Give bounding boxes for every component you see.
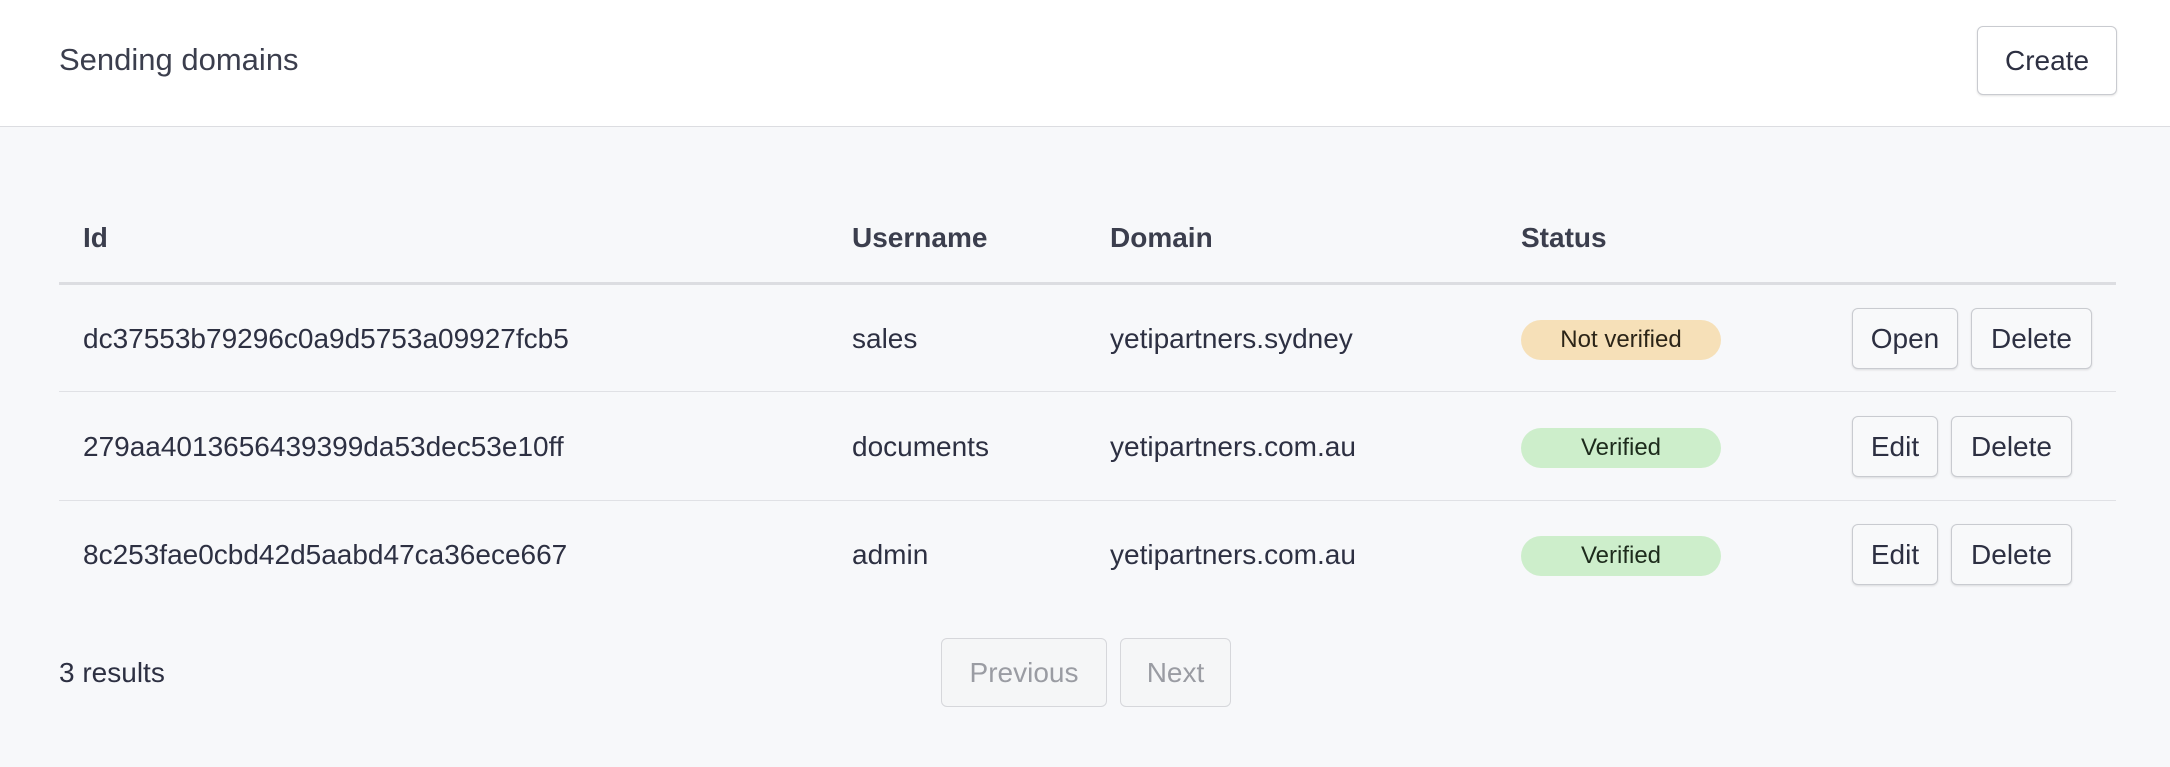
column-header-status: Status [1521,222,1607,253]
row-domain: yetipartners.com.au [1110,431,1356,462]
edit-button[interactable]: Edit [1852,524,1938,585]
row-divider [59,391,2116,392]
row-username: admin [852,539,929,570]
row-id: 279aa4013656439399da53dec53e10ff [83,431,564,462]
column-header-username: Username [852,222,988,253]
status-badge: Not verified [1521,320,1721,360]
row-domain: yetipartners.sydney [1110,323,1353,354]
status-badge: Verified [1521,536,1721,576]
status-badge: Verified [1521,428,1721,468]
delete-button[interactable]: Delete [1951,416,2072,477]
table-header-divider [59,282,2116,285]
open-button[interactable]: Open [1852,308,1958,369]
delete-button[interactable]: Delete [1971,308,2092,369]
row-domain: yetipartners.com.au [1110,539,1356,570]
previous-button[interactable]: Previous [941,638,1107,707]
delete-button[interactable]: Delete [1951,524,2072,585]
row-id: dc37553b79296c0a9d5753a09927fcb5 [83,323,569,354]
results-count: 3 results [59,657,165,688]
row-username: documents [852,431,989,462]
row-username: sales [852,323,918,354]
row-id: 8c253fae0cbd42d5aabd47ca36ece667 [83,539,568,570]
row-divider [59,500,2116,501]
column-header-domain: Domain [1110,222,1213,253]
column-header-id: Id [83,222,108,253]
create-button[interactable]: Create [1977,26,2117,95]
page-header: Sending domains Create [0,0,2170,127]
edit-button[interactable]: Edit [1852,416,1938,477]
next-button[interactable]: Next [1120,638,1231,707]
page-title: Sending domains [59,42,299,77]
